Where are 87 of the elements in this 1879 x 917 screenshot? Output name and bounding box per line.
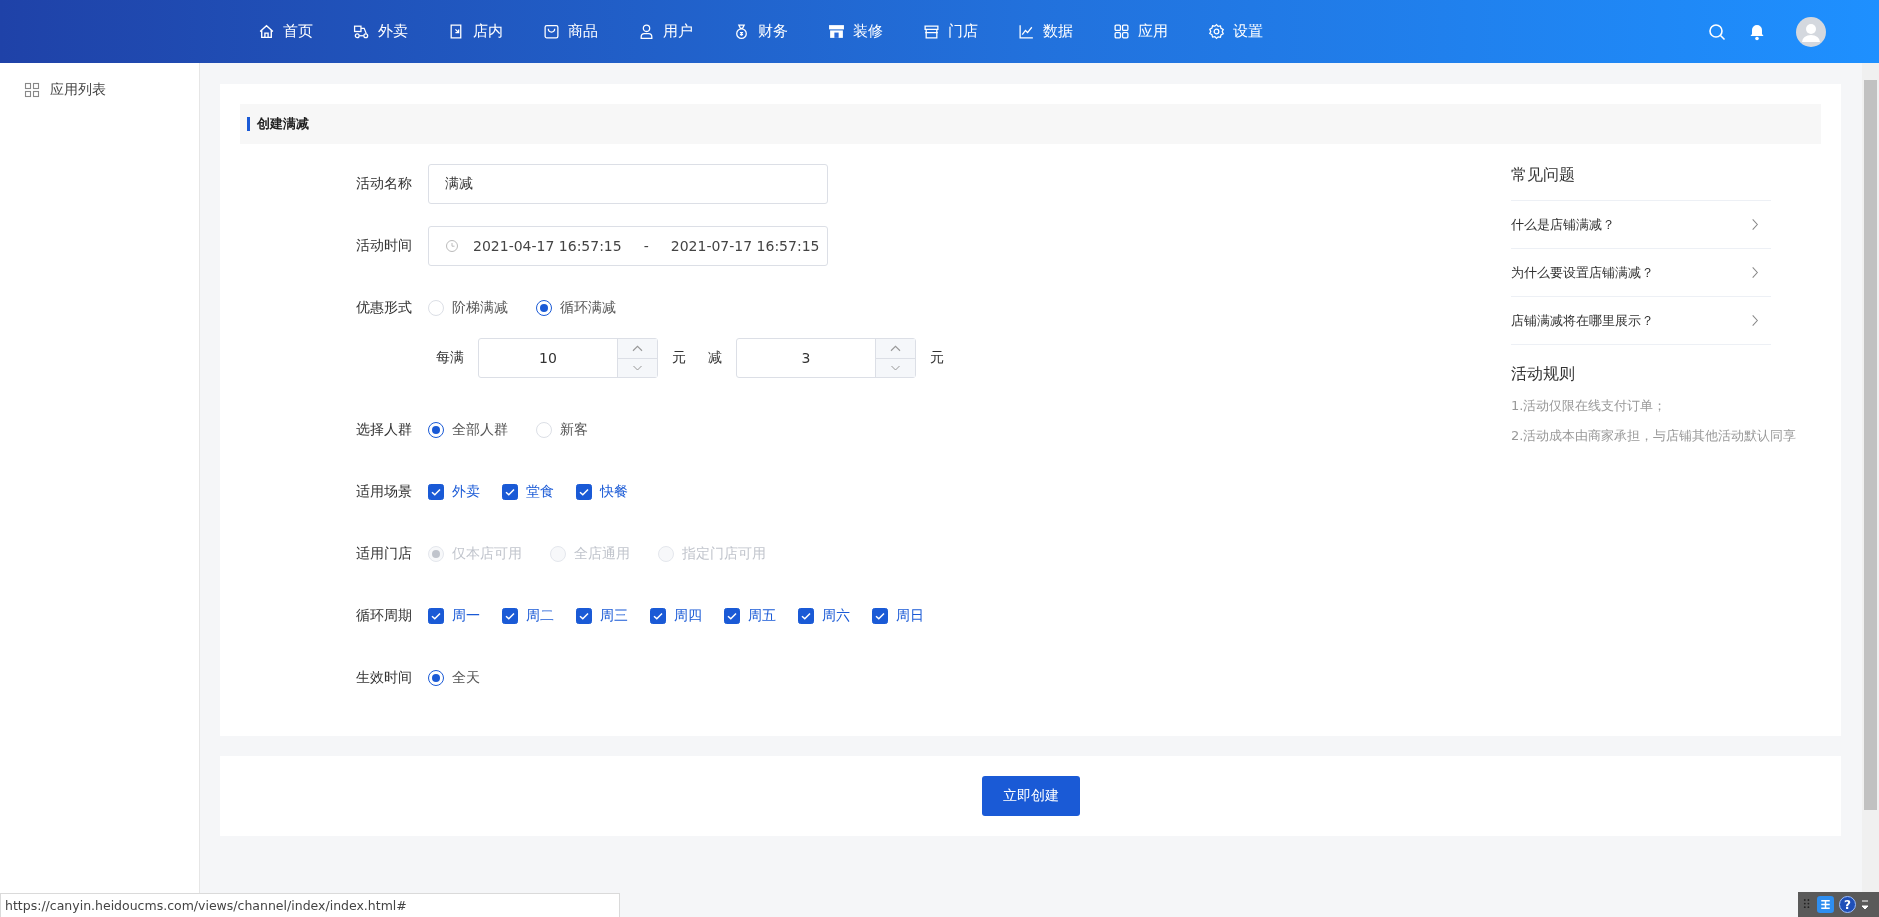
radio-option[interactable]: 全天 xyxy=(428,669,480,687)
user-icon xyxy=(638,23,655,40)
rules-title: 活动规则 xyxy=(1511,363,1576,385)
date-separator: - xyxy=(643,238,649,254)
field-label: 活动名称 xyxy=(355,175,413,193)
checkbox-option[interactable]: 周日 xyxy=(872,607,924,625)
faq-link[interactable]: 店铺满减将在哪里展示？ xyxy=(1511,297,1771,345)
scooter-icon xyxy=(353,23,370,40)
nav-link[interactable]: 门店 xyxy=(923,18,993,45)
chart-icon xyxy=(1018,23,1035,40)
nav-link[interactable]: 用户 xyxy=(638,18,708,45)
checkbox-option[interactable]: 周五 xyxy=(724,607,776,625)
search-icon[interactable] xyxy=(1708,22,1726,41)
nav-link[interactable]: 数据 xyxy=(1018,18,1088,45)
money-bag-icon xyxy=(733,23,750,40)
faq-link[interactable]: 为什么要设置店铺满减？ xyxy=(1511,249,1771,297)
expand-icon[interactable] xyxy=(1861,897,1869,912)
checkbox[interactable] xyxy=(428,608,444,624)
shop-icon xyxy=(923,23,940,40)
bag-icon xyxy=(543,23,560,40)
nav-link[interactable]: 店内 xyxy=(448,18,518,45)
nav-link[interactable]: 外卖 xyxy=(353,18,423,45)
chevron-right-icon xyxy=(1751,218,1759,231)
checkbox[interactable] xyxy=(502,484,518,500)
nav-link[interactable]: 商品 xyxy=(543,18,613,45)
grip-icon xyxy=(1803,898,1812,911)
amount-label: 每满 xyxy=(436,349,464,367)
checkbox-option[interactable]: 周一 xyxy=(428,607,480,625)
radio-option[interactable]: 阶梯满减 xyxy=(428,299,508,317)
sidebar-item[interactable]: 应用列表 xyxy=(0,77,106,103)
checkbox[interactable] xyxy=(502,608,518,624)
rule-text: 2.活动成本由商家承担，与店铺其他活动默认同享 xyxy=(1511,427,1797,445)
radio-option[interactable]: 全部人群 xyxy=(428,421,508,439)
field-label: 适用场景 xyxy=(355,483,413,501)
checkbox[interactable] xyxy=(576,484,592,500)
checkbox[interactable] xyxy=(576,608,592,624)
unit-label: 元 xyxy=(672,349,686,367)
radio-option[interactable]: 新客 xyxy=(536,421,588,439)
field-label: 循环周期 xyxy=(355,607,413,625)
faq-title: 常见问题 xyxy=(1511,162,1771,201)
checkbox[interactable] xyxy=(724,608,740,624)
checkbox-option[interactable]: 堂食 xyxy=(502,483,554,501)
unit-label: 元 xyxy=(930,349,944,367)
field-label: 生效时间 xyxy=(355,669,413,687)
field-label: 适用门店 xyxy=(355,545,413,563)
nav-link[interactable]: 财务 xyxy=(733,18,803,45)
checkbox[interactable] xyxy=(798,608,814,624)
checkbox-option[interactable]: 周三 xyxy=(576,607,628,625)
nav-link[interactable]: 装修 xyxy=(828,18,898,45)
checkbox-option[interactable]: 周四 xyxy=(650,607,702,625)
help-button[interactable]: ? xyxy=(1839,896,1856,913)
home-icon xyxy=(258,23,275,40)
nav-link[interactable]: 设置 xyxy=(1208,18,1278,45)
checkbox[interactable] xyxy=(428,484,444,500)
field-label: 优惠形式 xyxy=(355,299,413,317)
checkbox-option[interactable]: 周六 xyxy=(798,607,850,625)
checkbox[interactable] xyxy=(872,608,888,624)
start-date: 2021-04-17 16:57:15 xyxy=(473,238,622,254)
settings-icon xyxy=(1208,23,1225,40)
faq-link[interactable]: 什么是店铺满减？ xyxy=(1511,201,1771,249)
keyboard-icon[interactable] xyxy=(1817,896,1834,913)
section-title: 创建满减 xyxy=(240,104,1821,144)
create-button[interactable]: 立即创建 xyxy=(981,776,1080,816)
radio-option[interactable]: 循环满减 xyxy=(536,299,616,317)
checkbox-option[interactable]: 快餐 xyxy=(576,483,628,501)
nav-link[interactable]: 应用 xyxy=(1113,18,1183,45)
amount-label: 减 xyxy=(708,349,722,367)
date-range-field[interactable]: 2021-04-17 16:57:15 - 2021-07-17 16:57:15 xyxy=(428,226,828,266)
checkbox-option[interactable]: 周二 xyxy=(502,607,554,625)
bell-icon[interactable] xyxy=(1748,22,1766,41)
grid-icon xyxy=(24,82,40,98)
checkbox[interactable] xyxy=(650,608,666,624)
grid-icon xyxy=(1113,23,1130,40)
avatar[interactable] xyxy=(1796,16,1826,47)
storefront-icon xyxy=(828,23,845,40)
chevron-right-icon xyxy=(1751,266,1759,279)
name-input[interactable]: 满减 xyxy=(428,164,828,204)
field-label: 活动时间 xyxy=(355,237,413,255)
field-label: 选择人群 xyxy=(355,421,413,439)
nav-link[interactable]: 首页 xyxy=(258,18,328,45)
end-date: 2021-07-17 16:57:15 xyxy=(670,238,820,254)
status-url: https://canyin.heidoucms.com/views/channel/index/index.html# xyxy=(0,893,620,917)
rule-text: 1.活动仅限在线支付订单； xyxy=(1511,397,1667,415)
chevron-right-icon xyxy=(1751,314,1759,327)
clock-icon xyxy=(445,239,459,253)
scrollbar-thumb[interactable] xyxy=(1864,80,1877,810)
checkbox-option[interactable]: 外卖 xyxy=(428,483,480,501)
